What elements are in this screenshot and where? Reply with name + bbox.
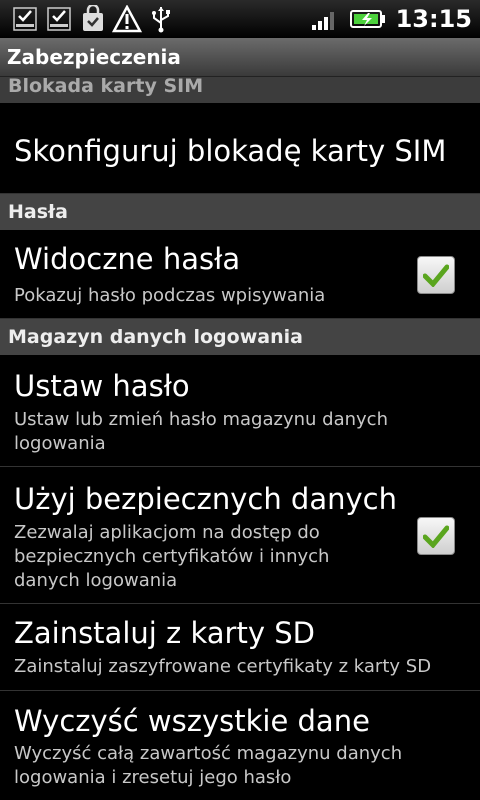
page-title: Zabezpieczenia [7, 45, 181, 69]
section-header-passwords: Hasła [0, 194, 480, 230]
item-summary-line: bezpiecznych certyfikatów i innych [14, 546, 330, 567]
section-header-sim: Blokada karty SIM [0, 77, 480, 103]
download-done-icon [44, 4, 74, 34]
item-title: Ustaw hasło [14, 369, 190, 403]
clock: 13:15 [395, 5, 472, 33]
list-item-install-from-sd[interactable]: Zainstaluj z karty SD Zainstaluj zaszyfr… [0, 604, 480, 691]
item-summary-line: logowania [14, 433, 106, 454]
item-title: Zainstaluj z karty SD [14, 616, 315, 650]
item-title: Widoczne hasła [14, 242, 241, 276]
list-item-sim-lock[interactable]: Skonfiguruj blokadę karty SIM [0, 106, 480, 194]
item-summary: Pokazuj hasło podczas wpisywania [14, 285, 326, 306]
list-item-use-secure-credentials[interactable]: Użyj bezpiecznych danych lo Zezwalaj apl… [0, 467, 480, 604]
section-header-label: Blokada karty SIM [8, 77, 204, 97]
checkmark-icon [423, 264, 449, 287]
settings-list[interactable]: Blokada karty SIM Skonfiguruj blokadę ka… [0, 77, 480, 800]
list-item-clear-all[interactable]: Wyczyść wszystkie dane Wyczyść całą zawa… [0, 691, 480, 800]
checkmark-icon [423, 525, 449, 548]
title-bar: Zabezpieczenia [0, 38, 480, 77]
use-secure-credentials-checkbox[interactable] [417, 517, 455, 555]
warning-icon [112, 4, 142, 34]
item-title: Skonfiguruj blokadę karty SIM [14, 134, 447, 168]
item-summary-line: Ustaw lub zmień hasło magazynu danych [14, 409, 388, 430]
section-header-label: Hasła [8, 201, 68, 223]
section-header-credentials: Magazyn danych logowania [0, 319, 480, 355]
download-done-icon [10, 4, 40, 34]
section-header-label: Magazyn danych logowania [8, 326, 303, 348]
list-item-visible-passwords[interactable]: Widoczne hasła Pokazuj hasło podczas wpi… [0, 230, 480, 319]
list-item-set-password[interactable]: Ustaw hasło Ustaw lub zmień hasło magazy… [0, 355, 480, 467]
item-summary: Zainstaluj zaszyfrowane certyfikaty z ka… [14, 656, 432, 677]
usb-icon [146, 4, 176, 34]
item-summary-line: Zezwalaj aplikacjom na dostęp do [14, 522, 320, 543]
battery-charging-icon [349, 4, 386, 34]
item-summary-line: danych logowania [14, 570, 178, 591]
notification-icons [10, 4, 176, 34]
signal-bars-icon [310, 4, 340, 34]
item-summary-line: Wyczyść całą zawartość magazynu danych [14, 743, 403, 764]
market-update-icon [78, 4, 108, 34]
visible-passwords-checkbox[interactable] [417, 256, 455, 294]
item-title: Wyczyść wszystkie dane [14, 704, 370, 738]
item-title: Użyj bezpiecznych danych lo [14, 482, 404, 516]
status-bar[interactable]: 13:15 [0, 0, 480, 38]
item-summary-line: logowania i zresetuj jego hasło [14, 767, 292, 788]
